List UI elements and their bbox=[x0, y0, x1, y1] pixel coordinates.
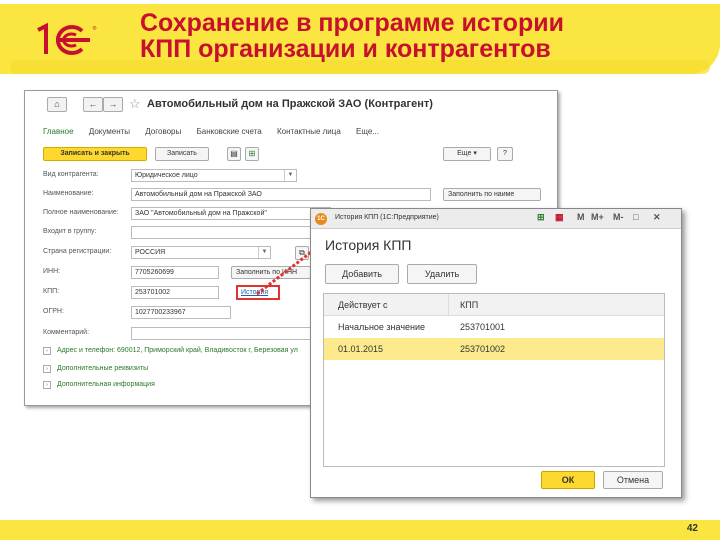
kpp-history-table[interactable]: Действует с КПП Начальное значение 25370… bbox=[323, 293, 665, 467]
kpp-history-window: 1С История КПП (1С:Предприятие) ⊞ ▦ M M+… bbox=[310, 208, 682, 498]
column-separator bbox=[448, 294, 449, 316]
row-name: Наименование: Автомобильный дом на Пражс… bbox=[43, 188, 553, 202]
tab-bank-accounts[interactable]: Банковские счета bbox=[197, 127, 262, 136]
structure-icon[interactable]: ⊞ bbox=[537, 212, 545, 223]
table-row-selected[interactable]: 01.01.2015 253701002 bbox=[324, 338, 664, 360]
name-input[interactable]: Автомобильный дом на Пражской ЗАО bbox=[131, 188, 431, 201]
row-date: 01.01.2015 bbox=[338, 344, 384, 354]
slide-title-line-2: КПП организации и контрагентов bbox=[140, 35, 551, 63]
country-value: РОССИЯ bbox=[135, 249, 166, 256]
slide-title: Сохранение в программе истории КПП орган… bbox=[140, 10, 700, 62]
chevron-down-icon[interactable]: ▼ bbox=[284, 170, 296, 181]
inn-label: ИНН: bbox=[43, 268, 61, 275]
row-kpp: 253701002 bbox=[460, 344, 506, 354]
window-header: ⌂ ← → ☆ Автомобильный дом на Пражской ЗА… bbox=[25, 91, 557, 115]
column-header-kpp[interactable]: КПП bbox=[460, 294, 478, 316]
kpp-input[interactable]: 253701002 bbox=[131, 286, 219, 299]
form-tabs: Главное Документы Договоры Банковские сч… bbox=[43, 127, 392, 139]
more-button[interactable]: Еще ▾ bbox=[443, 147, 491, 161]
slide-title-line-1: Сохранение в программе истории bbox=[140, 9, 564, 37]
arrow-right-icon[interactable]: → bbox=[103, 97, 123, 112]
save-button[interactable]: Записать bbox=[155, 147, 209, 161]
section-extra-info-label: Дополнительная информация bbox=[57, 381, 155, 389]
row-date: Начальное значение bbox=[338, 322, 426, 332]
form-toolbar: Записать и закрыть Записать ▤ ⊞ Еще ▾ ? bbox=[43, 147, 543, 163]
help-button[interactable]: ? bbox=[497, 147, 513, 161]
row-kpp: 253701001 bbox=[460, 322, 506, 332]
country-select[interactable]: РОССИЯ ▼ bbox=[131, 246, 271, 259]
home-icon[interactable]: ⌂ bbox=[47, 97, 67, 112]
add-button[interactable]: Добавить bbox=[325, 264, 399, 284]
more-button-label: Еще bbox=[457, 150, 472, 157]
more-arrow-icon: ▾ bbox=[473, 150, 477, 157]
tab-more[interactable]: Еще... bbox=[356, 127, 379, 136]
chevron-right-icon: › bbox=[43, 364, 51, 373]
1c-app-icon: 1С bbox=[315, 213, 327, 225]
section-address[interactable]: › Адрес и телефон: 690012, Приморский кра… bbox=[43, 346, 298, 358]
type-value: Юридическое лицо bbox=[135, 172, 198, 179]
type-select[interactable]: Юридическое лицо ▼ bbox=[131, 169, 297, 182]
kpp-label: КПП: bbox=[43, 288, 60, 295]
1c-logo: ® bbox=[37, 22, 97, 55]
tab-documents[interactable]: Документы bbox=[89, 127, 130, 136]
table-row[interactable]: Начальное значение 253701001 bbox=[324, 316, 664, 338]
tab-main[interactable]: Главное bbox=[43, 127, 74, 136]
type-label: Вид контрагента: bbox=[43, 171, 99, 178]
row-type: Вид контрагента: Юридическое лицо ▼ bbox=[43, 169, 553, 183]
memory-button[interactable]: M bbox=[577, 212, 585, 222]
fullname-input[interactable]: ЗАО "Автомобильный дом на Пражской" bbox=[131, 207, 331, 220]
structure-icon[interactable]: ⊞ bbox=[245, 147, 259, 161]
section-extra-props[interactable]: › Дополнительные реквизиты bbox=[43, 364, 148, 376]
column-header-date[interactable]: Действует с bbox=[338, 294, 388, 316]
document-icon[interactable]: ▤ bbox=[227, 147, 241, 161]
section-extra-props-label: Дополнительные реквизиты bbox=[57, 365, 149, 373]
popup-window-title: История КПП (1С:Предприятие) bbox=[335, 214, 439, 221]
section-address-label: Адрес и телефон: 690012, Приморский край… bbox=[57, 347, 298, 355]
ok-button[interactable]: ОК bbox=[541, 471, 595, 489]
tab-contacts[interactable]: Контактные лица bbox=[277, 127, 341, 136]
popup-heading: История КПП bbox=[325, 237, 412, 253]
maximize-icon[interactable]: □ bbox=[633, 212, 638, 222]
delete-button[interactable]: Удалить bbox=[407, 264, 477, 284]
popup-titlebar: 1С История КПП (1С:Предприятие) ⊞ ▦ M M+… bbox=[311, 209, 681, 229]
cancel-button[interactable]: Отмена bbox=[603, 471, 663, 489]
country-label: Страна регистрации: bbox=[43, 248, 112, 255]
group-label: Входит в группу: bbox=[43, 228, 97, 235]
star-icon[interactable]: ☆ bbox=[129, 96, 141, 112]
footer-bar bbox=[0, 520, 720, 540]
svg-text:®: ® bbox=[92, 25, 97, 32]
fullname-label: Полное наименование: bbox=[43, 209, 119, 216]
section-extra-info[interactable]: › Дополнительная информация bbox=[43, 380, 155, 392]
chevron-right-icon: › bbox=[43, 346, 51, 355]
memory-plus-button[interactable]: M+ bbox=[591, 212, 604, 222]
save-and-close-button[interactable]: Записать и закрыть bbox=[43, 147, 147, 161]
comment-label: Комментарий: bbox=[43, 329, 90, 336]
window-title: Автомобильный дом на Пражской ЗАО (Контр… bbox=[147, 98, 433, 110]
chevron-right-icon: › bbox=[43, 380, 51, 389]
calculator-icon[interactable]: ▦ bbox=[555, 212, 564, 223]
arrow-left-icon[interactable]: ← bbox=[83, 97, 103, 112]
close-icon[interactable]: ✕ bbox=[653, 212, 661, 223]
ogrn-label: ОГРН: bbox=[43, 308, 64, 315]
fill-by-name-button[interactable]: Заполнить по наиме bbox=[443, 188, 541, 201]
page-number: 42 bbox=[686, 523, 698, 534]
memory-minus-button[interactable]: M- bbox=[613, 212, 624, 222]
table-header: Действует с КПП bbox=[324, 294, 664, 316]
comment-input[interactable] bbox=[131, 327, 321, 340]
name-label: Наименование: bbox=[43, 190, 94, 197]
tab-contracts[interactable]: Договоры bbox=[145, 127, 181, 136]
inn-input[interactable]: 7705260699 bbox=[131, 266, 219, 279]
ogrn-input[interactable]: 1027700233967 bbox=[131, 306, 231, 319]
